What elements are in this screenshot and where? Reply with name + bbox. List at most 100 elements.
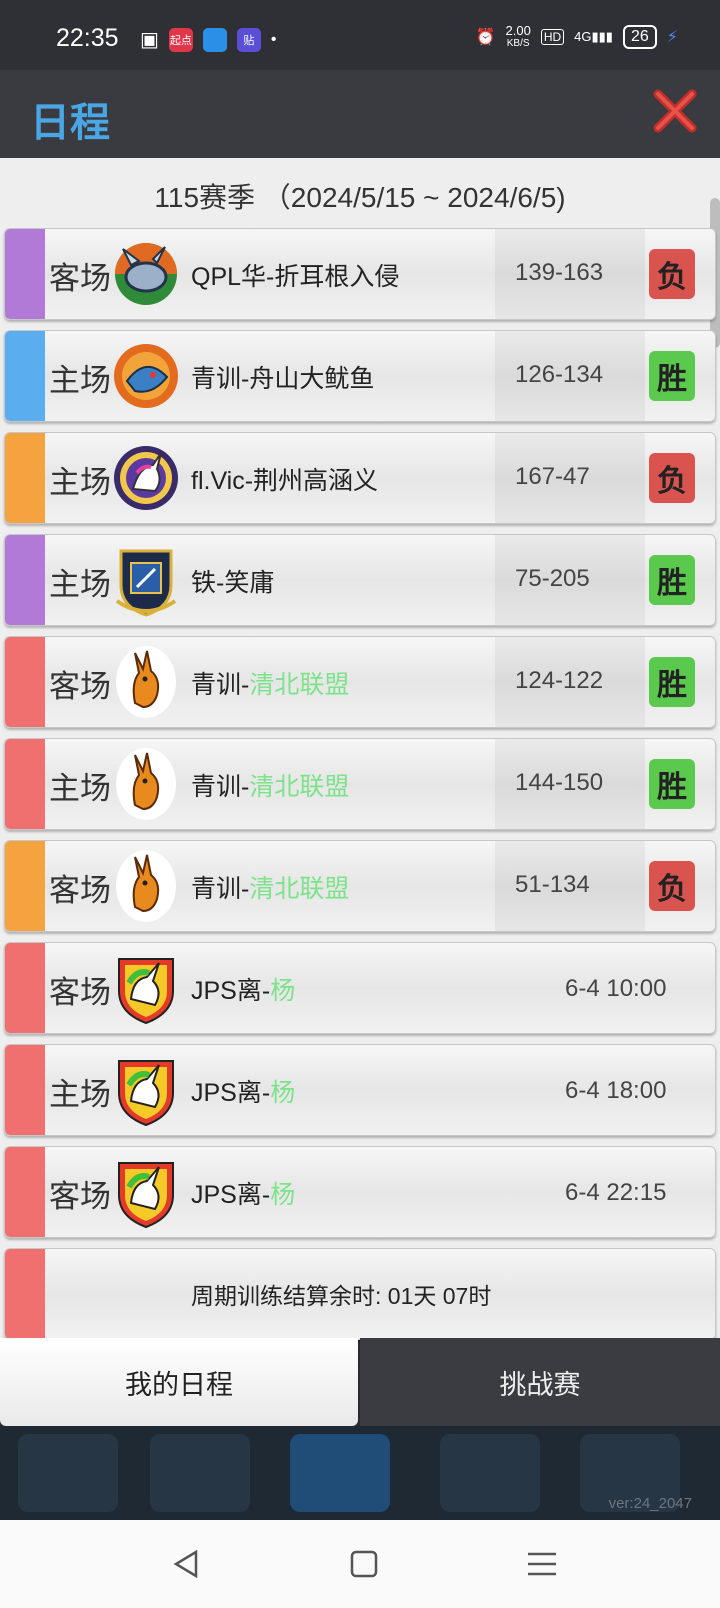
team-logo-icon [113,1153,179,1231]
opponent-name: JPS离-杨 [191,1073,295,1109]
tab-my-schedule[interactable]: 我的日程 [0,1338,358,1426]
opponent-name: 青训-清北联盟 [191,767,349,803]
match-score: 139-163 [515,259,604,286]
alarm-icon: ⏰ [475,29,496,46]
signal-label: 4G [574,29,592,44]
net-speed-value: 2.00 [505,23,531,38]
schedule-list[interactable]: 客场 QPL华-折耳根入侵 139-163 负主场 青训-舟山大鱿鱼 126-134 胜主场… [4,228,716,1350]
result-badge: 胜 [649,351,695,401]
opponent-name-highlight: 杨 [270,1079,296,1107]
back-icon[interactable] [166,1546,206,1582]
opponent-name-prefix: 青训- [191,875,250,903]
venue-label: 主场 [49,1077,111,1112]
schedule-row[interactable]: 主场 JPS离-杨 6-4 18:00 [4,1044,716,1136]
opponent-name: 青训-清北联盟 [191,665,349,701]
venue-label: 客场 [49,975,111,1010]
row-color-stripe [5,943,45,1033]
match-score: 144-150 [515,769,604,796]
row-color-stripe [5,1045,45,1135]
schedule-panel: 115赛季 （2024/5/15 ~ 2024/6/5) 客场 QPL华-折耳根入… [0,158,720,1340]
schedule-row[interactable]: 主场 青训-舟山大鱿鱼 126-134 胜 [4,330,716,422]
row-color-stripe [5,433,45,523]
menu-icon[interactable] [522,1546,562,1582]
row-color-stripe [5,841,45,931]
charging-icon: ⚡ [666,29,678,46]
opponent-name: JPS离-杨 [191,971,295,1007]
team-logo-icon [113,745,179,823]
opponent-name-highlight: 清北联盟 [249,875,350,903]
team-logo-icon [113,949,179,1027]
schedule-row[interactable]: 客场 JPS离-杨 6-4 10:00 [4,942,716,1034]
system-nav-bar [0,1520,720,1608]
row-color-stripe [5,229,45,319]
home-icon[interactable] [344,1546,384,1582]
result-badge: 胜 [649,657,695,707]
opponent-name-prefix: JPS离- [191,1181,271,1209]
match-score: 75-205 [515,565,590,592]
result-badge: 负 [649,453,695,503]
match-score: 124-122 [515,667,604,694]
venue-label: 客场 [49,669,111,704]
venue-label: 客场 [49,873,111,908]
venue-label: 主场 [49,771,111,806]
system-indicators: ⏰ 2.00 KB/S HD 4G▮▮▮ 26 ⚡ [476,24,678,50]
ghost-menu-icon [440,1434,540,1512]
settlement-countdown: 周期训练结算余时: 01天 07时 [191,1283,492,1309]
notification-icons: ▣ 起点 贴 • [140,27,277,52]
opponent-name: JPS离-杨 [191,1175,295,1211]
opponent-name: fl.Vic-荆州高涵义 [191,461,378,497]
schedule-row[interactable]: 客场 JPS离-杨 6-4 22:15 [4,1146,716,1238]
qidian-app-icon: 起点 [168,27,193,52]
tab-bar: 我的日程 挑战赛 [0,1338,720,1426]
ghost-menu-icon [150,1434,250,1512]
net-speed: 2.00 KB/S [506,24,531,50]
team-logo-icon [113,643,179,721]
tv-icon: ▣ [140,29,159,51]
match-time: 6-4 22:15 [565,1179,667,1206]
venue-label: 客场 [49,1179,111,1214]
opponent-name-prefix: 青训-舟山大鱿鱼 [191,365,375,393]
battery-icon: 26 [622,25,657,49]
tieba-app-icon: 贴 [236,27,261,52]
version-label: ver:24_2047 [608,1495,692,1512]
clock: 22:35 [56,24,119,52]
opponent-name-highlight: 清北联盟 [249,671,350,699]
schedule-row[interactable]: 客场 青训-清北联盟 51-134 负 [4,840,716,932]
tab-challenge[interactable]: 挑战赛 [360,1338,720,1426]
result-badge: 胜 [649,759,695,809]
opponent-name-prefix: 铁-笑庸 [191,569,275,597]
row-color-stripe [5,739,45,829]
team-logo-icon [113,235,179,313]
result-badge: 负 [649,861,695,911]
opponent-name: 青训-清北联盟 [191,869,349,905]
close-icon[interactable] [652,88,698,134]
dialog-header: 日程 [0,70,720,158]
schedule-row[interactable]: 客场 青训-清北联盟 124-122 胜 [4,636,716,728]
signal-icon: 4G▮▮▮ [574,29,613,44]
season-range: 115赛季 （2024/5/15 ~ 2024/6/5) [154,182,566,213]
page-title: 日程 [30,101,110,145]
schedule-row[interactable]: 客场 QPL华-折耳根入侵 139-163 负 [4,228,716,320]
opponent-name: 青训-舟山大鱿鱼 [191,359,374,395]
match-score: 167-47 [515,463,590,490]
row-color-stripe [5,331,45,421]
opponent-name-prefix: 青训- [191,773,250,801]
schedule-row[interactable]: 主场 铁-笑庸 75-205 胜 [4,534,716,626]
background-game-menu: ver:24_2047 [0,1426,720,1520]
row-color-stripe [5,637,45,727]
opponent-name-highlight: 杨 [270,977,296,1005]
venue-label: 主场 [49,363,111,398]
venue-label: 客场 [49,261,111,296]
ghost-menu-icon [290,1434,390,1512]
schedule-row[interactable]: 主场 青训-清北联盟 144-150 胜 [4,738,716,830]
team-logo-icon [113,1051,179,1129]
row-color-stripe [5,1249,45,1339]
match-time: 6-4 10:00 [565,975,667,1002]
schedule-row[interactable]: 主场 fl.Vic-荆州高涵义 167-47 负 [4,432,716,524]
ghost-menu-icon [18,1434,118,1512]
match-time: 6-4 18:00 [565,1077,667,1104]
team-logo-icon [113,439,179,517]
training-settlement-row: 周期训练结算余时: 01天 07时 [4,1248,716,1340]
match-score: 51-134 [515,871,590,898]
blue-app-icon [202,27,227,52]
